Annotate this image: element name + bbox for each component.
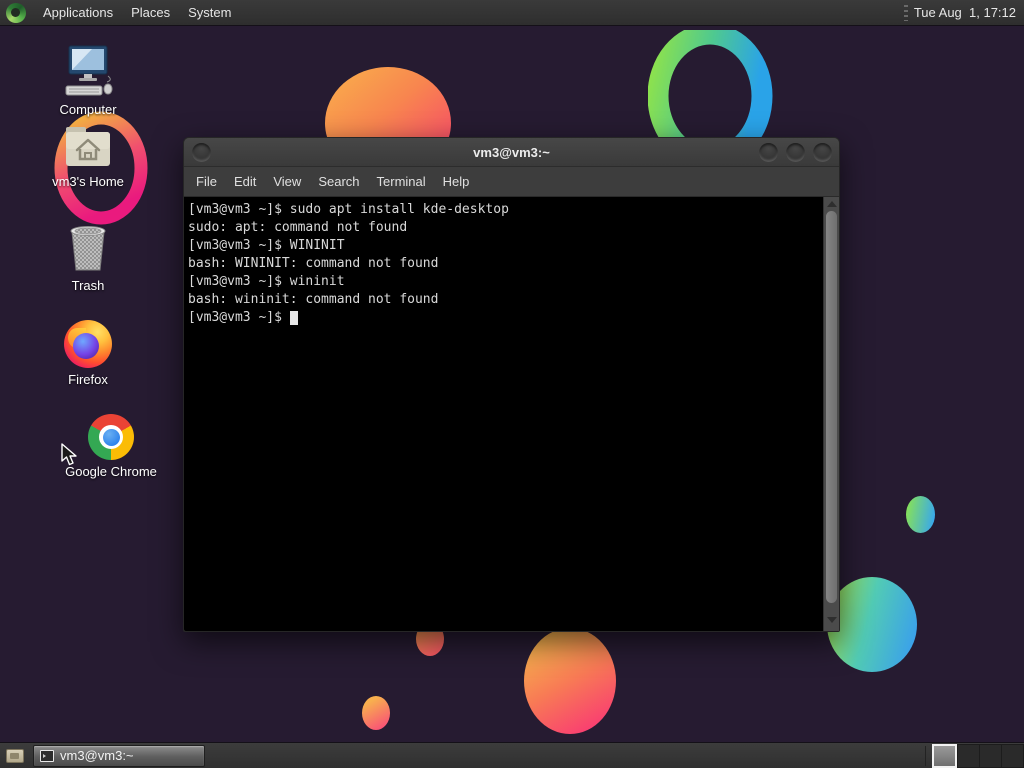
window-title: vm3@vm3:~ <box>473 144 550 160</box>
terminal-prompt-line: [vm3@vm3 ~]$ <box>188 309 821 327</box>
terminal-cursor <box>289 311 298 325</box>
menu-terminal[interactable]: Terminal <box>377 174 426 189</box>
terminal-scrollbar[interactable] <box>823 197 839 631</box>
panel-drag-handle[interactable] <box>903 4 908 21</box>
chrome-icon <box>88 414 134 460</box>
clock[interactable]: Tue Aug 1, 17:12 <box>914 5 1016 20</box>
computer-icon <box>65 45 113 96</box>
taskbar-separator <box>925 745 926 766</box>
terminal-line: [vm3@vm3 ~]$ wininit <box>188 274 345 289</box>
menu-system[interactable]: System <box>179 1 240 24</box>
menu-help[interactable]: Help <box>443 174 470 189</box>
wallpaper-blob-greenblue <box>827 577 917 672</box>
close-button[interactable] <box>813 142 832 162</box>
workspace-2[interactable] <box>957 743 979 768</box>
terminal-app-icon <box>40 749 54 762</box>
terminal-line: bash: wininit: command not found <box>188 292 439 307</box>
terminal-titlebar[interactable]: vm3@vm3:~ <box>184 138 839 167</box>
menu-places[interactable]: Places <box>122 1 179 24</box>
desktop-icon-label: Trash <box>71 278 105 293</box>
terminal-line: [vm3@vm3 ~]$ WININIT <box>188 238 345 253</box>
menu-search[interactable]: Search <box>318 174 359 189</box>
desktop-icon-label: vm3's Home <box>52 174 124 189</box>
scroll-down-arrow[interactable] <box>827 617 837 623</box>
desktop-icon-trash[interactable]: Trash <box>40 224 136 293</box>
workspace-3[interactable] <box>979 743 1001 768</box>
workspace-4[interactable] <box>1001 743 1024 768</box>
desktop-icon-label: Firefox <box>68 372 108 387</box>
firefox-icon <box>64 320 112 368</box>
menu-edit[interactable]: Edit <box>234 174 256 189</box>
menu-view[interactable]: View <box>273 174 301 189</box>
mouse-cursor <box>61 443 77 466</box>
taskbar-window-button[interactable]: vm3@vm3:~ <box>33 744 205 767</box>
desktop-icon-firefox[interactable]: Firefox <box>40 320 136 387</box>
desktop-icon-label: Computer <box>59 102 117 117</box>
terminal-window: vm3@vm3:~ File Edit View Search Terminal… <box>183 137 840 632</box>
wallpaper-blob-orange-small-2 <box>362 696 390 730</box>
minimize-button[interactable] <box>759 142 778 162</box>
menu-applications[interactable]: Applications <box>34 1 122 24</box>
menu-file[interactable]: File <box>196 174 217 189</box>
top-panel: Applications Places System Tue Aug 1, 17… <box>0 0 1024 26</box>
wallpaper-blob-cyan-small <box>906 496 935 533</box>
desktop-icon-computer[interactable]: Computer <box>40 44 136 117</box>
workspace-1[interactable] <box>932 743 957 768</box>
maximize-button[interactable] <box>786 142 805 162</box>
taskbar-window-label: vm3@vm3:~ <box>60 748 134 763</box>
show-desktop-button[interactable] <box>3 745 27 767</box>
wallpaper-blob-orange-bottom <box>524 628 616 734</box>
distro-logo-icon[interactable] <box>6 2 26 23</box>
scroll-up-arrow[interactable] <box>827 201 837 207</box>
terminal-line: [vm3@vm3 ~]$ sudo apt install kde-deskto… <box>188 202 509 217</box>
show-desktop-icon <box>6 748 24 763</box>
trash-icon <box>70 226 106 271</box>
terminal-screen[interactable]: [vm3@vm3 ~]$ sudo apt install kde-deskto… <box>184 197 823 631</box>
desktop-icon-home[interactable]: vm3's Home <box>40 124 136 189</box>
terminal-line: sudo: apt: command not found <box>188 220 408 235</box>
workspace-switcher <box>932 743 1024 768</box>
terminal-menubar: File Edit View Search Terminal Help <box>184 167 839 197</box>
home-folder-icon <box>66 127 110 166</box>
bottom-panel: vm3@vm3:~ <box>0 742 1024 768</box>
scrollbar-thumb[interactable] <box>826 211 837 603</box>
terminal-line: bash: WININIT: command not found <box>188 256 439 271</box>
